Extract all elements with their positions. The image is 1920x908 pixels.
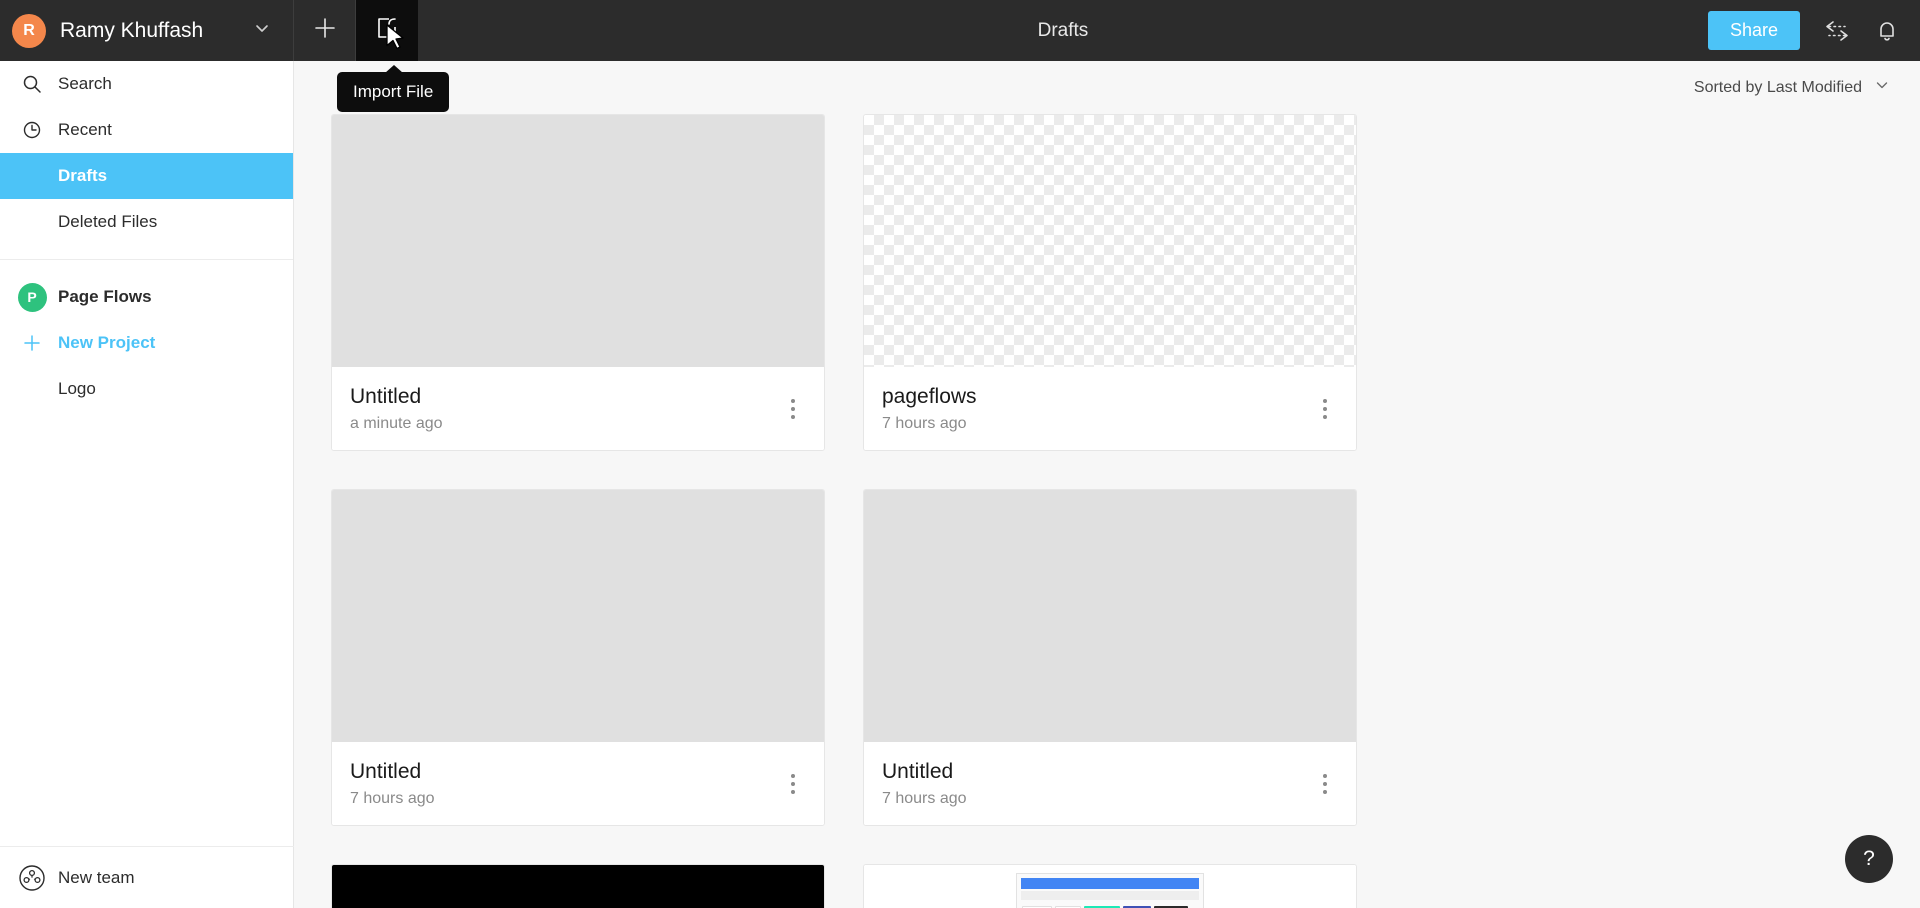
username-label: Ramy Khuffash: [60, 18, 204, 42]
file-card[interactable]: Untitled a minute ago: [331, 114, 825, 451]
kebab-menu-icon[interactable]: [1310, 773, 1340, 794]
file-card-footer: Untitled 7 hours ago: [332, 742, 824, 825]
sidebar-divider: [0, 259, 293, 260]
sidebar: Search Recent Drafts Deleted Files P Pag…: [0, 61, 294, 908]
file-thumbnail: [864, 115, 1356, 367]
sidebar-item-label: New Project: [58, 333, 156, 352]
avatar: R: [12, 13, 46, 48]
sort-dropdown[interactable]: Sorted by Last Modified: [1694, 79, 1862, 97]
new-file-button[interactable]: [294, 0, 356, 61]
file-title: Untitled: [350, 384, 422, 408]
file-card-footer: Untitled 7 hours ago: [864, 742, 1356, 825]
file-card[interactable]: pageflows 7 hours ago: [863, 114, 1357, 451]
user-menu[interactable]: R Ramy Khuffash: [0, 0, 294, 61]
file-modified: 7 hours ago: [882, 789, 967, 807]
dashed-arrows-icon[interactable]: [1822, 18, 1852, 44]
sheet-tiles: [1017, 900, 1203, 908]
sidebar-item-search[interactable]: Search: [0, 61, 293, 107]
bell-icon[interactable]: [1874, 18, 1900, 44]
sidebar-item-label: Drafts: [58, 166, 108, 185]
file-thumbnail: [864, 490, 1356, 742]
sidebar-item-label: Page Flows: [58, 287, 152, 306]
file-modified: 7 hours ago: [350, 789, 435, 807]
sidebar-item-label: New team: [58, 867, 135, 887]
file-title: Untitled: [350, 759, 422, 783]
file-modified: 7 hours ago: [882, 414, 967, 432]
sidebar-new-project-button[interactable]: New Project: [0, 320, 293, 366]
kebab-menu-icon[interactable]: [1310, 398, 1340, 419]
sidebar-item-recent[interactable]: Recent: [0, 107, 293, 153]
kebab-menu-icon[interactable]: [778, 773, 808, 794]
header-tools: Share: [1707, 0, 1920, 61]
main-content: Sorted by Last Modified Untitled a minut…: [294, 61, 1920, 908]
search-icon: [13, 74, 51, 94]
sidebar-item-deleted-files[interactable]: Deleted Files: [0, 199, 293, 245]
thumbnail-design-sheet: [1016, 873, 1204, 908]
sidebar-item-label: Search: [58, 74, 112, 93]
file-title: pageflows: [882, 384, 977, 408]
sidebar-item-label: Deleted Files: [58, 212, 158, 231]
page-title: Drafts: [1037, 19, 1089, 41]
chevron-down-icon: [253, 19, 271, 42]
file-card-footer: Untitled a minute ago: [332, 367, 824, 450]
share-button[interactable]: Share: [1707, 11, 1800, 50]
sidebar-item-page-flows[interactable]: P Page Flows: [0, 274, 293, 320]
file-title: Untitled: [882, 759, 954, 783]
sidebar-item-logo[interactable]: Logo: [0, 366, 293, 412]
sidebar-item-label: Logo: [58, 379, 96, 398]
file-thumbnail: [864, 865, 1356, 908]
sort-bar: Sorted by Last Modified: [294, 61, 1920, 114]
file-grid: Untitled a minute ago pageflows 7 hours …: [294, 114, 1920, 908]
sidebar-item-drafts[interactable]: Drafts: [0, 153, 293, 199]
file-thumbnail: [332, 115, 824, 367]
kebab-menu-icon[interactable]: [778, 398, 808, 419]
sidebar-item-label: Recent: [58, 120, 112, 139]
project-avatar: P: [13, 282, 51, 312]
file-card-footer: pageflows 7 hours ago: [864, 367, 1356, 450]
top-bar: R Ramy Khuffash Drafts Share: [0, 0, 1920, 61]
file-card[interactable]: Google Material Design 2 days ago: [863, 864, 1357, 908]
file-card[interactable]: Sample File 2 days ago: [331, 864, 825, 908]
clock-icon: [13, 120, 51, 140]
file-card[interactable]: Untitled 7 hours ago: [863, 489, 1357, 826]
file-thumbnail: [332, 865, 824, 908]
file-card[interactable]: Untitled 7 hours ago: [331, 489, 825, 826]
file-thumbnail: [332, 490, 824, 742]
project-avatar-initial: P: [17, 282, 47, 312]
chevron-down-icon[interactable]: [1874, 77, 1890, 98]
team-icon: [13, 864, 51, 892]
help-button[interactable]: ?: [1845, 835, 1893, 883]
plus-icon: [13, 333, 51, 353]
file-modified: a minute ago: [350, 414, 443, 432]
sheet-subheader-bar: [1021, 891, 1199, 900]
mouse-pointer-icon: [385, 24, 407, 59]
sheet-header-bar: [1021, 878, 1199, 889]
plus-icon: [312, 15, 338, 46]
import-file-tooltip: Import File: [337, 65, 450, 112]
sidebar-new-team-button[interactable]: New team: [0, 846, 294, 908]
